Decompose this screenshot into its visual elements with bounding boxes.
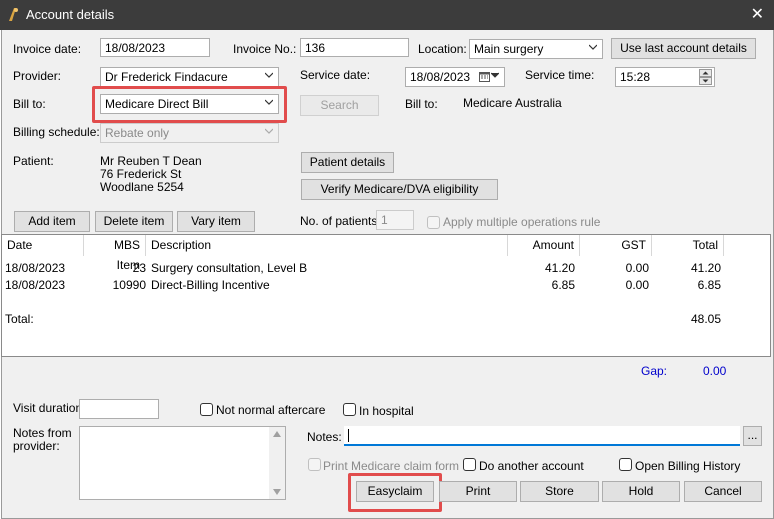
- app-icon: [9, 8, 18, 21]
- easyclaim-highlight: [348, 473, 442, 512]
- total-label: Total:: [5, 312, 34, 326]
- print-button[interactable]: Print: [439, 481, 517, 502]
- no-of-patients-field[interactable]: 1: [376, 210, 414, 230]
- invoice-date-field[interactable]: 18/08/2023: [100, 38, 210, 57]
- row1-description: Surgery consultation, Level B: [151, 261, 308, 275]
- no-of-patients-label: No. of patients:: [300, 214, 381, 228]
- location-value: Main surgery: [474, 42, 544, 56]
- in-hospital-label: In hospital: [359, 404, 414, 418]
- verify-eligibility-button[interactable]: Verify Medicare/DVA eligibility: [301, 179, 498, 200]
- in-hospital-checkbox[interactable]: [343, 403, 356, 416]
- row2-amount: 6.85: [551, 278, 575, 292]
- invoice-date-label: Invoice date:: [13, 42, 82, 56]
- cancel-button[interactable]: Cancel: [684, 481, 762, 502]
- vary-item-button[interactable]: Vary item: [177, 211, 255, 232]
- notes-more-button[interactable]: ...: [743, 426, 762, 446]
- textarea-scrollbar[interactable]: [269, 427, 285, 499]
- billing-schedule-value: Rebate only: [105, 126, 170, 140]
- service-date-value: 18/08/2023: [410, 70, 471, 84]
- header-amount[interactable]: Amount: [508, 235, 580, 256]
- print-medicare-claim-checkbox[interactable]: [308, 458, 321, 471]
- store-button[interactable]: Store: [520, 481, 599, 502]
- open-billing-history-checkbox[interactable]: [619, 458, 632, 471]
- hold-button[interactable]: Hold: [602, 481, 680, 502]
- patient-details-button[interactable]: Patient details: [301, 152, 394, 173]
- row1-total: 41.20: [690, 261, 721, 275]
- billing-schedule-select[interactable]: Rebate only: [100, 123, 279, 143]
- add-item-button[interactable]: Add item: [14, 211, 90, 232]
- service-date-picker[interactable]: 18/08/2023: [405, 67, 505, 87]
- window-title: Account details: [26, 7, 115, 22]
- chevron-down-icon: [589, 44, 597, 50]
- service-time-label: Service time:: [525, 68, 595, 82]
- chevron-down-icon: [265, 128, 273, 134]
- use-last-account-details-button[interactable]: Use last account details: [611, 38, 756, 59]
- row2-mbs-item: 10990: [112, 278, 146, 292]
- print-medicare-claim-label: Print Medicare claim form: [323, 459, 460, 473]
- row2-total: 6.85: [697, 278, 721, 292]
- location-label: Location:: [418, 42, 467, 56]
- row2-date: 18/08/2023: [5, 278, 66, 292]
- patient-label: Patient:: [13, 154, 54, 168]
- header-gst[interactable]: GST: [580, 235, 652, 256]
- invoice-no-field[interactable]: 136: [300, 38, 409, 57]
- header-total[interactable]: Total: [652, 235, 724, 256]
- scroll-up-icon[interactable]: [273, 431, 281, 437]
- header-date[interactable]: Date: [2, 235, 84, 256]
- billing-schedule-label: Billing schedule:: [13, 125, 100, 139]
- bill-to-label: Bill to:: [13, 97, 46, 111]
- title-bar: Account details ✕: [0, 0, 774, 30]
- delete-item-button[interactable]: Delete item: [95, 211, 173, 232]
- total-value: 48.05: [690, 312, 721, 326]
- row1-amount: 41.20: [544, 261, 575, 275]
- apply-multiple-checkbox[interactable]: [427, 216, 440, 229]
- patient-street: 76 Frederick St: [100, 167, 182, 181]
- close-icon[interactable]: ✕: [751, 4, 764, 24]
- header-description[interactable]: Description: [146, 235, 508, 256]
- patient-suburb: Woodlane 5254: [100, 180, 184, 194]
- row1-gst: 0.00: [625, 261, 649, 275]
- header-mbs-item[interactable]: MBS Item: [84, 235, 146, 272]
- time-spinner-icon[interactable]: [699, 69, 712, 85]
- items-table[interactable]: Date MBS Item Description Amount GST Tot…: [1, 234, 771, 357]
- do-another-account-checkbox[interactable]: [463, 458, 476, 471]
- scroll-down-icon[interactable]: [273, 489, 281, 495]
- row1-date: 18/08/2023: [5, 261, 66, 275]
- search-button[interactable]: Search: [300, 95, 379, 116]
- bill-to-right-value: Medicare Australia: [463, 96, 562, 110]
- service-date-label: Service date:: [300, 68, 371, 82]
- text-cursor: [348, 429, 349, 442]
- notes-label: Notes:: [307, 430, 342, 444]
- provider-value: Dr Frederick Findacure: [105, 70, 228, 84]
- chevron-down-icon: [491, 72, 499, 78]
- visit-duration-field[interactable]: [79, 399, 159, 419]
- notes-from-provider-textarea[interactable]: [79, 426, 286, 500]
- provider-select[interactable]: Dr Frederick Findacure: [100, 67, 279, 87]
- row1-mbs-item: 23: [132, 261, 146, 275]
- notes-from-provider-label: Notes from provider:: [13, 426, 72, 453]
- not-normal-aftercare-label: Not normal aftercare: [216, 403, 326, 417]
- chevron-down-icon: [265, 72, 273, 78]
- open-billing-history-label: Open Billing History: [635, 459, 741, 473]
- bill-to-highlight: [92, 86, 287, 123]
- not-normal-aftercare-checkbox[interactable]: [200, 403, 213, 416]
- patient-name: Mr Reuben T Dean: [100, 154, 202, 168]
- notes-input[interactable]: [344, 426, 740, 446]
- calendar-icon[interactable]: [479, 71, 490, 82]
- location-select[interactable]: Main surgery: [469, 39, 603, 59]
- apply-multiple-label: Apply multiple operations rule: [443, 215, 601, 229]
- gap-label: Gap:: [641, 364, 668, 378]
- row2-description: Direct-Billing Incentive: [151, 278, 270, 292]
- do-another-account-label: Do another account: [479, 459, 584, 473]
- gap-value: 0.00: [703, 364, 727, 378]
- row2-gst: 0.00: [625, 278, 649, 292]
- invoice-no-label: Invoice No.:: [233, 42, 297, 56]
- provider-label: Provider:: [13, 69, 62, 83]
- visit-duration-label: Visit duration:: [13, 401, 86, 415]
- bill-to-right-label: Bill to:: [405, 97, 438, 111]
